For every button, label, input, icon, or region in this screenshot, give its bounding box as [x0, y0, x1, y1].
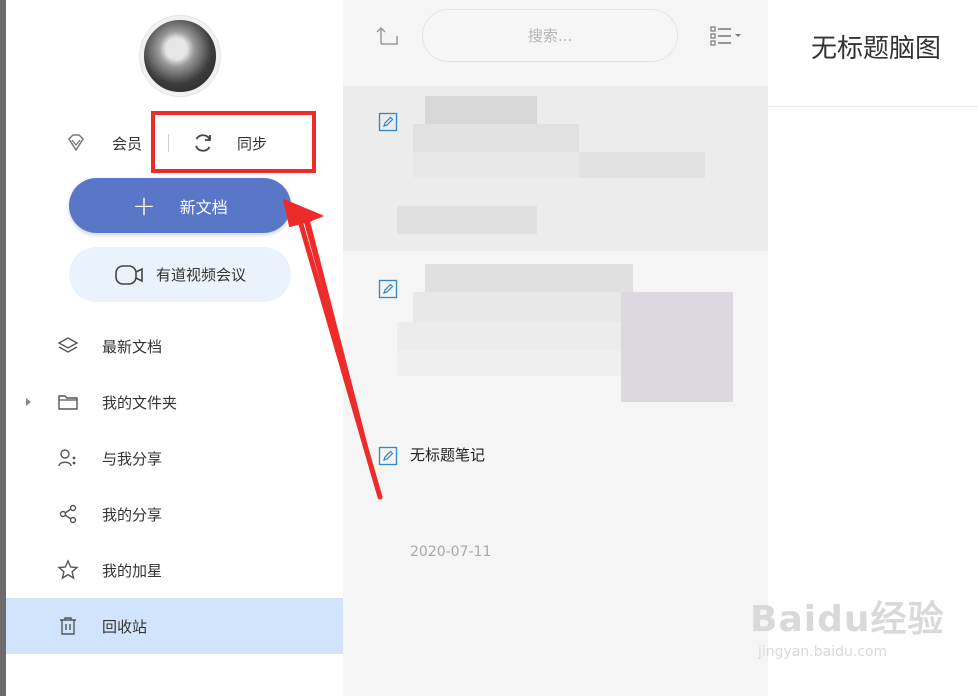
video-camera-icon [115, 264, 143, 285]
avatar[interactable] [140, 16, 220, 96]
folder-icon [58, 395, 78, 410]
blurred-content [413, 124, 579, 152]
blurred-content [397, 350, 621, 376]
note-title: 无标题笔记 [410, 446, 486, 464]
blurred-content [397, 206, 537, 234]
note-edit-icon [378, 112, 398, 132]
sidebar-item-label: 回收站 [102, 617, 148, 636]
plus-icon: + [132, 188, 156, 222]
sidebar-item-recent-docs[interactable]: 最新文档 [6, 318, 349, 374]
search-input[interactable]: 搜索... [422, 9, 678, 62]
new-document-label: 新文档 [179, 197, 228, 217]
document-list-panel: 搜索... 无标题笔记 2020-07-11 [343, 0, 768, 696]
sidebar-item-label: 最新文档 [102, 337, 163, 356]
trash-icon [60, 617, 76, 635]
sidebar-item-starred[interactable]: 我的加星 [6, 542, 349, 598]
shared-with-me-icon [58, 449, 76, 467]
blurred-content [425, 264, 633, 292]
video-meeting-label: 有道视频会议 [155, 266, 246, 284]
blurred-content [397, 322, 621, 350]
sidebar-item-label: 与我分享 [102, 449, 163, 468]
sidebar-item-my-folders[interactable]: 我的文件夹 [6, 374, 349, 430]
blurred-content [413, 152, 579, 178]
watermark: Baidu经验 jingyan.baidu.com [750, 590, 944, 660]
search-placeholder: 搜索... [527, 27, 573, 45]
sidebar: 会员 同步 + 新文档 有道视频会议 最新文档 我的文件夹 与我分享 我的分享 … [0, 0, 349, 696]
member-label[interactable]: 会员 [112, 133, 142, 154]
annotation-highlight-box [151, 111, 316, 173]
back-up-icon[interactable] [375, 24, 401, 46]
sidebar-nav: 最新文档 我的文件夹 与我分享 我的分享 我的加星 回收站 [6, 318, 349, 654]
star-icon [57, 559, 79, 580]
sidebar-item-trash[interactable]: 回收站 [6, 598, 349, 654]
sidebar-item-shared-with-me[interactable]: 与我分享 [6, 430, 349, 486]
document-title[interactable]: 无标题脑图 [811, 28, 941, 65]
blurred-content [579, 152, 705, 178]
note-edit-icon [378, 279, 398, 299]
blurred-content [425, 96, 537, 124]
sidebar-item-label: 我的文件夹 [102, 393, 178, 412]
watermark-brand: Baidu经验 [750, 599, 945, 640]
expand-caret-icon[interactable] [26, 398, 31, 406]
sidebar-item-label: 我的加星 [102, 561, 163, 580]
list-item[interactable] [343, 86, 768, 251]
blurred-thumbnail [621, 292, 733, 402]
sidebar-item-my-shares[interactable]: 我的分享 [6, 486, 349, 542]
video-meeting-button[interactable]: 有道视频会议 [69, 247, 291, 302]
sidebar-item-label: 我的分享 [102, 505, 163, 524]
blurred-content [413, 292, 621, 322]
layers-icon [57, 337, 79, 353]
note-date: 2020-07-11 [410, 544, 492, 560]
watermark-url: jingyan.baidu.com [758, 644, 888, 660]
diamond-icon [68, 134, 84, 152]
divider [768, 106, 978, 107]
new-document-button[interactable]: + 新文档 [69, 178, 291, 233]
share-icon [59, 504, 77, 524]
note-edit-icon [378, 446, 398, 466]
list-view-icon[interactable] [709, 24, 745, 48]
